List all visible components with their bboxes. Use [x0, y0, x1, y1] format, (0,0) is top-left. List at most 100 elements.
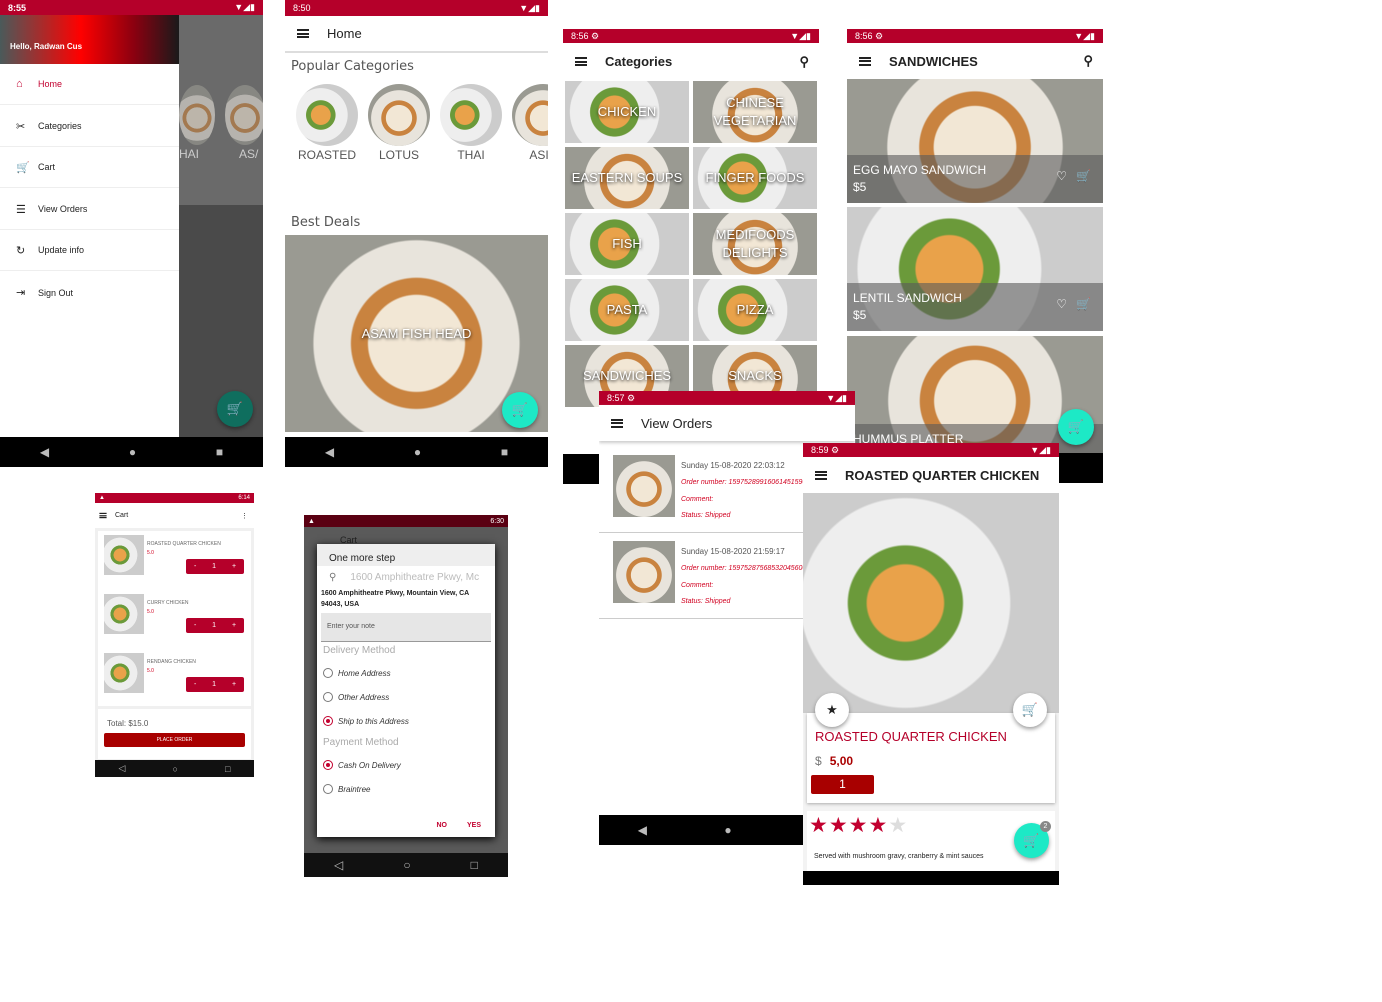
back-button[interactable]: ◀: [638, 823, 647, 837]
more-options-icon[interactable]: ⋮: [241, 512, 248, 520]
category-thai[interactable]: THAI: [440, 84, 502, 162]
rate-button[interactable]: ★: [815, 693, 849, 727]
food-image: [803, 493, 1059, 713]
warning-icon: ▲: [308, 517, 315, 525]
category-tile[interactable]: FISH: [565, 213, 689, 275]
category-tile[interactable]: EASTERN SOUPS: [565, 147, 689, 209]
search-icon[interactable]: ⚲: [799, 54, 809, 70]
rating-star[interactable]: ★: [849, 814, 869, 837]
menu-icon[interactable]: [99, 512, 107, 519]
toolbar: Cart ⋮: [95, 503, 254, 528]
back-button[interactable]: ◁: [119, 763, 126, 774]
favorite-icon[interactable]: ♡: [1056, 169, 1067, 183]
drawer-item-update-info[interactable]: ↻ Update info: [0, 230, 179, 271]
add-to-cart-button[interactable]: 🛒: [1013, 693, 1047, 727]
cart-fab[interactable]: 🛒: [217, 391, 253, 427]
food-card[interactable]: EGG MAYO SANDWICH $5 ♡ 🛒: [847, 79, 1103, 203]
toolbar: Home: [285, 16, 548, 53]
cart-fab[interactable]: 🛒: [1058, 409, 1094, 445]
radio-cash-on-delivery[interactable]: Cash On Delivery: [317, 753, 495, 777]
quantity-stepper[interactable]: -1 +: [186, 559, 244, 574]
back-button[interactable]: ◁: [334, 858, 343, 872]
radio-home-address[interactable]: Home Address: [317, 661, 495, 685]
toolbar-title: ROASTED QUARTER CHICKEN: [845, 467, 1040, 483]
category-tile[interactable]: CHICKEN: [565, 81, 689, 143]
menu-icon[interactable]: [611, 418, 623, 428]
toolbar: Categories ⚲: [563, 43, 819, 80]
category-roasted[interactable]: ROASTED: [296, 84, 358, 162]
navigation-drawer: Hello, Radwan Cus ⌂ Home ✂ Categories 🛒 Car…: [0, 15, 179, 437]
search-icon: ⚲: [329, 571, 337, 583]
rating-star[interactable]: ★: [829, 814, 849, 837]
back-button[interactable]: ◀: [325, 445, 334, 459]
add-to-cart-icon[interactable]: 🛒: [1076, 169, 1091, 183]
sandwiches-screen: 8:56 ⚙ ▼◢▮ SANDWICHES ⚲ EGG MAYO SANDWICH $…: [847, 29, 1103, 483]
rating-star[interactable]: ★: [888, 814, 908, 837]
cart-icon: 🛒: [16, 161, 30, 174]
home-button[interactable]: ○: [403, 858, 410, 872]
menu-icon[interactable]: [575, 57, 587, 66]
category-tile[interactable]: CHINESE VEGETARIAN: [693, 81, 817, 143]
category-tile[interactable]: PASTA: [565, 279, 689, 341]
drawer-item-categories[interactable]: ✂ Categories: [0, 106, 179, 147]
place-order-button[interactable]: PLACE ORDER: [104, 733, 245, 747]
status-bar: 8:57 ⚙ ▼◢▮: [599, 391, 855, 405]
radio-ship-to-this-address[interactable]: Ship to this Address: [317, 709, 495, 733]
rating-bar[interactable]: ★★★★★: [809, 813, 908, 838]
note-input[interactable]: Enter your note: [321, 613, 491, 642]
category-lotus[interactable]: LOTUS: [368, 84, 430, 162]
order-image: [613, 541, 675, 603]
drawer-item-sign-out[interactable]: ⇥ Sign Out: [0, 272, 179, 313]
cart-fab[interactable]: 🛒: [502, 392, 538, 428]
home-button[interactable]: ●: [414, 445, 421, 459]
checkout-dialog-screen: ▲ 6:30 Cart One more step ⚲ 1600 Amphithea…: [304, 515, 508, 877]
rating-star[interactable]: ★: [809, 814, 829, 837]
drawer-item-home[interactable]: ⌂ Home: [0, 64, 179, 105]
address-search[interactable]: ⚲ 1600 Amphitheatre Pkwy, Mc: [317, 566, 495, 588]
quantity-stepper[interactable]: 1: [811, 775, 874, 794]
toolbar: SANDWICHES ⚲: [847, 43, 1103, 79]
list-icon: ☰: [16, 203, 26, 216]
home-button[interactable]: ●: [724, 823, 731, 837]
yes-button[interactable]: YES: [467, 822, 481, 829]
section-label: Payment Method: [323, 737, 399, 748]
cart-item: CURRY CHICKEN 5.0-1 +: [103, 592, 245, 650]
no-button[interactable]: NO: [436, 822, 447, 829]
home-button[interactable]: ●: [129, 445, 136, 459]
back-button[interactable]: ◀: [40, 445, 49, 459]
recents-button[interactable]: □: [471, 858, 478, 872]
recents-button[interactable]: ■: [216, 445, 223, 459]
toolbar-title: SANDWICHES: [889, 53, 978, 69]
add-to-cart-icon[interactable]: 🛒: [1076, 297, 1091, 311]
system-nav-bar: ◀ ● ■: [0, 437, 263, 467]
category-tile[interactable]: MEDIFOODS DELIGHTS: [693, 213, 817, 275]
category-tile[interactable]: PIZZA: [693, 279, 817, 341]
search-icon[interactable]: ⚲: [1083, 53, 1093, 69]
radio-braintree[interactable]: Braintree: [317, 777, 495, 801]
category-tile[interactable]: FINGER FOODS: [693, 147, 817, 209]
favorite-icon[interactable]: ♡: [1056, 297, 1067, 311]
food-detail-screen: 8:59 ⚙ ▼◢▮ ROASTED QUARTER CHICKEN ROASTE…: [803, 443, 1059, 885]
recents-button[interactable]: □: [225, 764, 230, 774]
toolbar-title: Home: [327, 26, 362, 41]
recents-button[interactable]: ■: [501, 445, 508, 459]
system-nav-bar: ◀ ● ■: [285, 437, 548, 467]
toolbar: View Orders: [599, 405, 855, 441]
quantity-stepper[interactable]: -1 +: [186, 677, 244, 692]
cart-fab[interactable]: 🛒 2: [1014, 821, 1051, 858]
home-button[interactable]: ○: [173, 764, 178, 774]
menu-icon[interactable]: [815, 470, 827, 480]
drawer-item-cart[interactable]: 🛒 Cart: [0, 147, 179, 188]
radio-other-address[interactable]: Other Address: [317, 685, 495, 709]
cart-badge: 2: [1040, 821, 1051, 832]
menu-icon[interactable]: [297, 29, 309, 38]
drawer-item-view-orders[interactable]: ☰ View Orders: [0, 189, 179, 230]
quantity-stepper[interactable]: -1 +: [186, 618, 244, 633]
system-nav-bar: [803, 871, 1059, 885]
signal-battery-icon: ▼◢▮: [1074, 30, 1095, 41]
menu-icon[interactable]: [859, 56, 871, 66]
category-asia[interactable]: ASIA: [512, 84, 548, 162]
rating-star[interactable]: ★: [868, 814, 888, 837]
food-card[interactable]: LENTIL SANDWICH $5 ♡ 🛒: [847, 207, 1103, 331]
status-bar: 8:50 ▼◢▮: [285, 0, 548, 16]
